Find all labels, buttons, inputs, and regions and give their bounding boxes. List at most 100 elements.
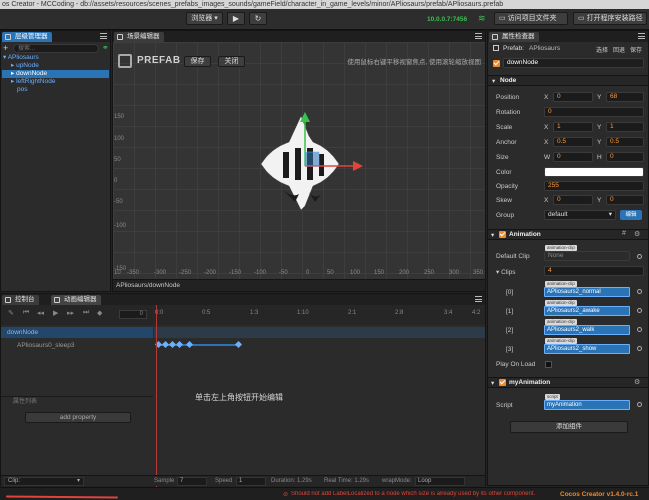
chevron-down-icon: ▾ bbox=[608, 211, 612, 218]
panel-menu-icon[interactable] bbox=[475, 296, 482, 302]
anchor-x-field[interactable]: 0.5 bbox=[553, 137, 593, 147]
help-icon[interactable]: # bbox=[622, 230, 626, 237]
tree-item-downnode[interactable]: ▸ downNode bbox=[2, 70, 109, 78]
timeline-ruler[interactable]: 0:0 0:5 1:3 1:10 2:1 2:8 3:4 4:2 bbox=[154, 305, 485, 325]
tab-scene-label: 场景编辑器 bbox=[127, 33, 160, 40]
size-h-field[interactable]: 0 bbox=[606, 152, 644, 162]
group-select[interactable]: default ▾ bbox=[544, 210, 616, 220]
color-swatch[interactable] bbox=[544, 167, 644, 177]
clip-field-3[interactable]: APliosaurs2_show bbox=[544, 344, 630, 354]
animation-section-header[interactable]: ▾ Animation # ⚙ bbox=[488, 229, 648, 240]
my-animation-enabled-checkbox[interactable] bbox=[499, 379, 506, 386]
playhead[interactable] bbox=[156, 305, 157, 487]
panel-menu-icon[interactable] bbox=[100, 33, 107, 39]
tree-item-leftrightnode[interactable]: ▸ leftRightNode bbox=[11, 78, 55, 86]
clip-field-1[interactable]: APliosaurs2_awake bbox=[544, 306, 630, 316]
prefab-select-button[interactable]: 选择 bbox=[596, 45, 608, 54]
timeline-node-track[interactable] bbox=[154, 327, 485, 338]
open-app-folder-button[interactable]: ▭ 打开程序安装路径 bbox=[573, 12, 647, 25]
open-project-folder-button[interactable]: ▭ 访问项目文件夹 bbox=[494, 12, 568, 25]
timeline-property-row[interactable]: APliosaurs0_sleep3 bbox=[1, 340, 153, 351]
axis-y-label: Y bbox=[597, 94, 602, 101]
panel-menu-icon[interactable] bbox=[638, 33, 645, 39]
edit-mode-icon[interactable]: ✎ bbox=[8, 309, 14, 317]
next-frame-icon[interactable]: ▸▸ bbox=[67, 309, 74, 317]
keyframe[interactable] bbox=[175, 340, 184, 349]
current-frame-field[interactable]: 0 bbox=[119, 310, 147, 319]
settings-gear-icon[interactable]: ⚙ bbox=[634, 230, 640, 238]
add-component-button[interactable]: 添加组件 bbox=[510, 421, 628, 433]
object-picker-icon[interactable] bbox=[637, 402, 642, 407]
play-on-load-label: Play On Load bbox=[496, 361, 536, 368]
my-animation-section-header[interactable]: ▾ myAnimation ⚙ bbox=[488, 377, 648, 388]
node-active-checkbox[interactable] bbox=[493, 60, 500, 67]
tab-scene[interactable]: 场景编辑器 bbox=[114, 32, 164, 42]
tab-hierarchy[interactable]: 层级管理器 bbox=[2, 32, 52, 42]
speed-field[interactable]: 1 bbox=[236, 477, 266, 486]
clip-select[interactable]: Clip: ▾ bbox=[4, 477, 84, 486]
clip-field-2[interactable]: APliosaurs2_walk bbox=[544, 325, 630, 335]
size-w-field[interactable]: 0 bbox=[553, 152, 593, 162]
animation-enabled-checkbox[interactable] bbox=[499, 231, 506, 238]
error-message[interactable]: Should not add LabelLocalized to a node … bbox=[291, 491, 553, 497]
scale-x-field[interactable]: 1 bbox=[553, 122, 593, 132]
scene-viewport[interactable]: PREFAB 保存 关闭 使用鼠标右键平移视窗焦点, 使用滚轮缩放视图 150 … bbox=[113, 42, 485, 279]
position-x-field[interactable]: 0 bbox=[553, 92, 593, 102]
group-edit-button[interactable]: 编辑 bbox=[620, 210, 642, 220]
node-name-input[interactable]: downNode bbox=[503, 58, 644, 68]
hierarchy-tabbar: 层级管理器 bbox=[1, 31, 110, 42]
skew-y-field[interactable]: 0 bbox=[606, 195, 644, 205]
tree-item-upnode[interactable]: ▸ upNode bbox=[11, 62, 39, 70]
default-clip-field[interactable]: None bbox=[544, 251, 630, 261]
tab-inspector[interactable]: 属性检查器 bbox=[489, 32, 539, 42]
first-frame-icon[interactable]: ⏮ bbox=[23, 309, 29, 317]
tree-item-pos[interactable]: pos bbox=[17, 86, 27, 94]
clip-field-0[interactable]: APliosaurs2_normal bbox=[544, 287, 630, 297]
play-on-load-checkbox[interactable] bbox=[545, 361, 552, 368]
tab-console[interactable]: 控制台 bbox=[2, 295, 39, 305]
version-label: Cocos Creator v1.4.0-rc.1 bbox=[560, 491, 639, 498]
add-node-button[interactable]: + bbox=[3, 44, 13, 53]
add-property-button[interactable]: add property bbox=[25, 412, 131, 423]
add-event-icon[interactable]: ◆ bbox=[97, 309, 102, 317]
browser-select[interactable]: 浏览器 ▾ bbox=[186, 12, 223, 25]
prefab-close-button[interactable]: 关闭 bbox=[218, 56, 245, 67]
script-field[interactable]: myAnimation bbox=[544, 400, 630, 410]
sample-field[interactable]: 7 bbox=[177, 477, 207, 486]
rotation-field[interactable]: 0 bbox=[544, 107, 644, 117]
node-section-header[interactable]: ▾ Node bbox=[488, 75, 648, 86]
axis-x-label: X bbox=[544, 94, 549, 101]
keyframe[interactable] bbox=[185, 340, 194, 349]
scale-y-field[interactable]: 1 bbox=[606, 122, 644, 132]
prefab-revert-button[interactable]: 回退 bbox=[613, 45, 625, 54]
object-picker-icon[interactable] bbox=[637, 289, 642, 294]
object-picker-icon[interactable] bbox=[637, 346, 642, 351]
panel-menu-icon[interactable] bbox=[475, 33, 482, 39]
refresh-button[interactable]: ↻ bbox=[249, 12, 267, 25]
prefab-save-button[interactable]: 保存 bbox=[630, 45, 642, 54]
clips-count-field[interactable]: 4 bbox=[544, 266, 644, 276]
hierarchy-search-input[interactable] bbox=[13, 44, 99, 53]
settings-gear-icon[interactable]: ⚙ bbox=[634, 378, 640, 386]
prefab-save-button[interactable]: 保存 bbox=[184, 56, 211, 67]
timeline-node-row[interactable]: downNode bbox=[1, 327, 153, 338]
move-gizmo[interactable] bbox=[293, 112, 373, 182]
wifi-icon: ≋ bbox=[478, 13, 486, 23]
tree-item-root[interactable]: ▾ APliosaurs bbox=[3, 54, 110, 62]
position-y-field[interactable]: 68 bbox=[606, 92, 644, 102]
prev-frame-icon[interactable]: ◂◂ bbox=[37, 309, 44, 317]
last-frame-icon[interactable]: ⏭ bbox=[83, 309, 89, 317]
play-icon[interactable]: ▶ bbox=[53, 309, 58, 317]
play-button[interactable]: ▶ bbox=[227, 12, 245, 25]
link-icon[interactable]: ⚭ bbox=[102, 43, 109, 52]
object-picker-icon[interactable] bbox=[637, 308, 642, 313]
wrap-mode-select[interactable]: Loop bbox=[415, 477, 465, 486]
object-picker-icon[interactable] bbox=[637, 254, 642, 259]
skew-x-field[interactable]: 0 bbox=[553, 195, 593, 205]
tab-animation[interactable]: 动画编辑器 bbox=[51, 295, 101, 305]
opacity-field[interactable]: 255 bbox=[544, 181, 644, 191]
anchor-y-field[interactable]: 0.5 bbox=[606, 137, 644, 147]
object-picker-icon[interactable] bbox=[637, 327, 642, 332]
keyframe[interactable] bbox=[234, 340, 243, 349]
prefab-cube-icon bbox=[118, 54, 132, 68]
